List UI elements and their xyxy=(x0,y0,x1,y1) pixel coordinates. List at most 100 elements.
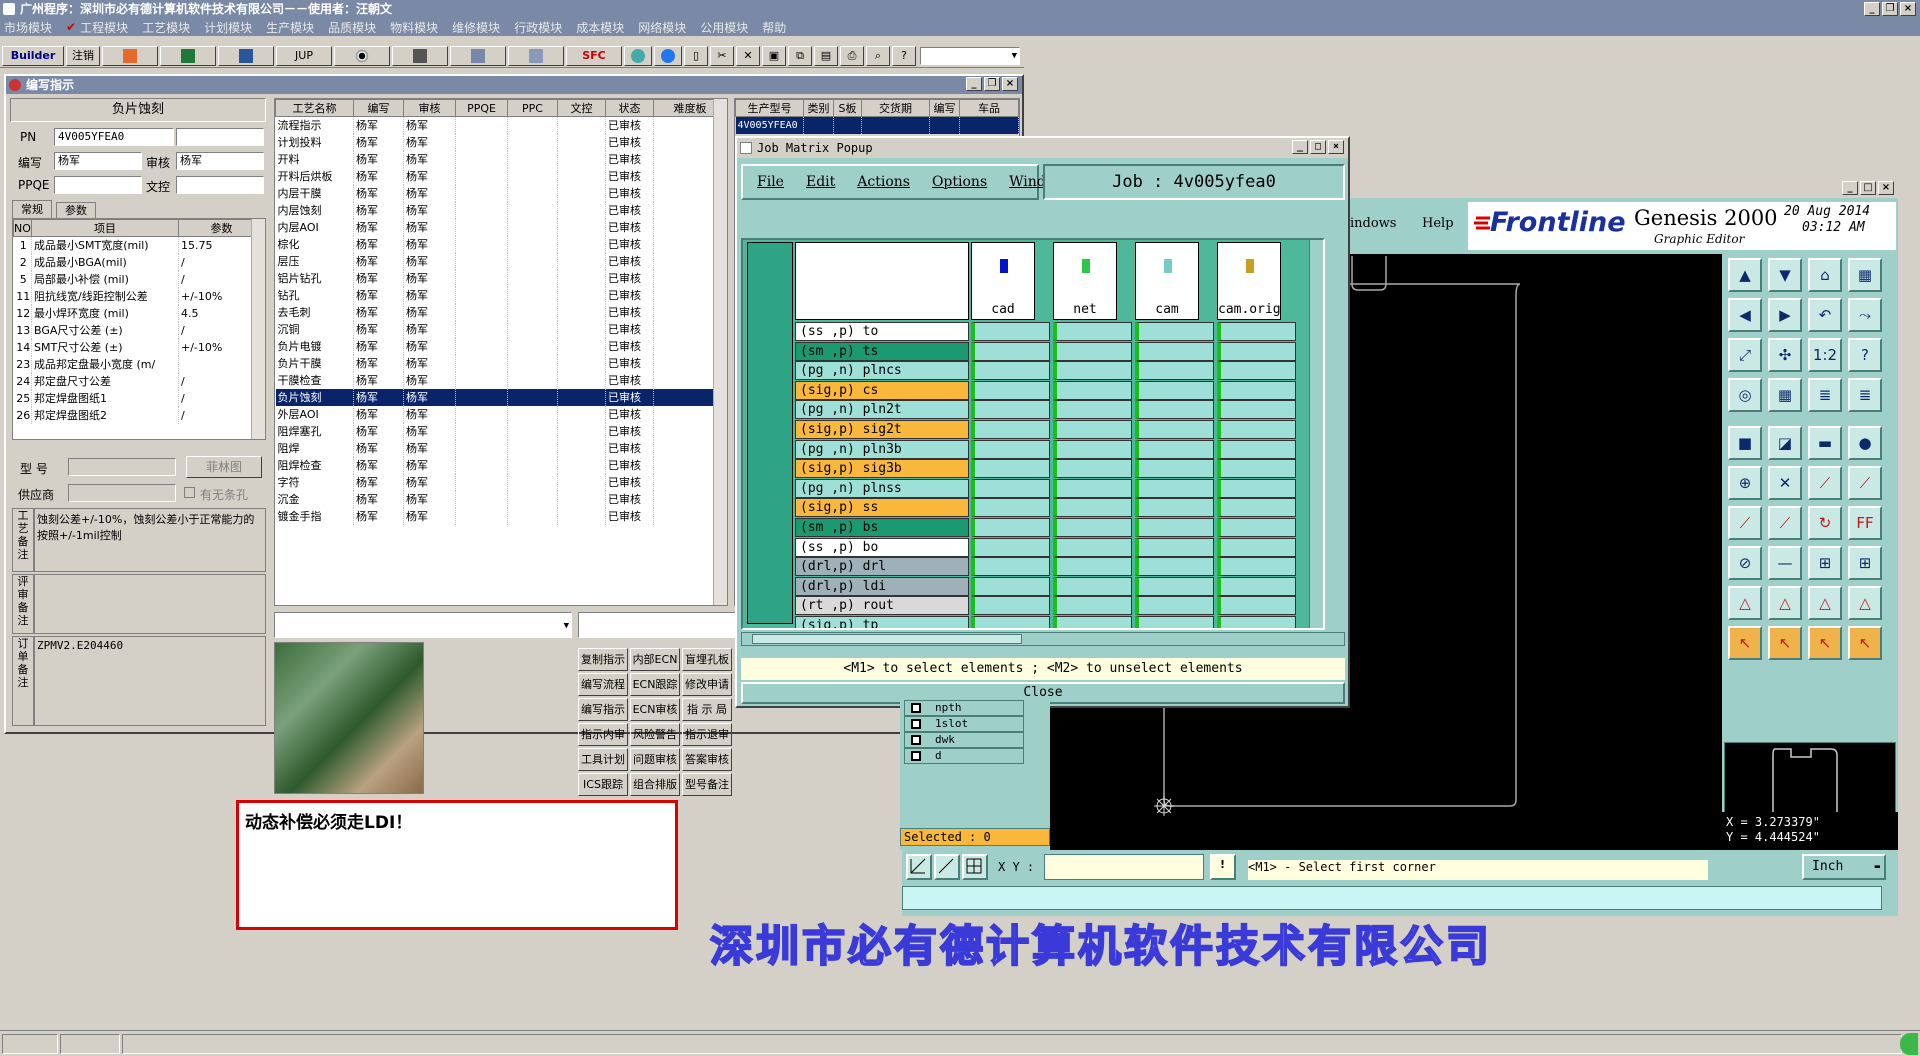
printer-icon[interactable] xyxy=(508,46,564,66)
process-row[interactable]: 铝片钻孔 杨军 杨军 已审核 xyxy=(275,269,727,287)
cross-icon[interactable]: ✕ xyxy=(1768,466,1802,500)
layer-row[interactable]: (sig,p) cs xyxy=(795,380,1315,400)
move-left-icon[interactable]: ◀ xyxy=(1728,298,1762,332)
process-header-doc[interactable]: 文控 xyxy=(557,99,606,117)
globe-icon[interactable] xyxy=(654,46,682,66)
move-right-icon[interactable]: ▶ xyxy=(1768,298,1802,332)
process-header-writer[interactable]: 编写 xyxy=(353,99,404,117)
matrix-cell[interactable] xyxy=(1053,478,1132,498)
matrix-cell[interactable] xyxy=(1135,537,1214,557)
prod-header-car[interactable]: 车品 xyxy=(959,99,1019,117)
process-header-status[interactable]: 状态 xyxy=(605,99,654,117)
matrix-cell[interactable] xyxy=(971,400,1050,420)
connect-icon[interactable]: ⊕ xyxy=(1728,466,1762,500)
layer-row[interactable]: (drl,p) drl xyxy=(795,557,1315,577)
genesis-menu-help[interactable]: Help xyxy=(1422,216,1454,231)
process-row[interactable]: 流程指示 杨军 杨军 已审核 xyxy=(275,116,727,134)
genesis-close-button[interactable]: × xyxy=(1878,181,1894,195)
matrix-cell[interactable] xyxy=(1053,576,1132,596)
save-icon[interactable]: ▣ xyxy=(762,46,786,66)
matrix-cell[interactable] xyxy=(1217,361,1296,381)
writer-field[interactable]: 杨军 xyxy=(54,152,142,170)
matrix-cell[interactable] xyxy=(971,596,1050,616)
jm-maximize-button[interactable]: □ xyxy=(1310,140,1326,154)
review-note-field[interactable] xyxy=(34,574,266,634)
cut-icon[interactable]: ✂ xyxy=(710,46,734,66)
layer-row[interactable]: (pg ,n) plncs xyxy=(795,361,1315,381)
menu-repair[interactable]: 维修模块 xyxy=(452,19,500,36)
new-doc-icon[interactable]: ▯ xyxy=(684,46,708,66)
process-row[interactable]: 负片干膜 杨军 杨军 已审核 xyxy=(275,354,727,372)
matrix-cell[interactable] xyxy=(1053,361,1132,381)
grid-view-icon[interactable]: ▦ xyxy=(1768,378,1802,412)
param-header-item[interactable]: 项目 xyxy=(31,219,179,237)
home-icon[interactable]: ⌂ xyxy=(1808,258,1842,292)
layer-row[interactable]: (sig,p) sig3b xyxy=(795,459,1315,479)
ratio-icon[interactable]: 1:2 xyxy=(1808,338,1842,372)
matrix-cell[interactable] xyxy=(1053,420,1132,439)
layer-checkbox[interactable] xyxy=(911,735,921,745)
production-row[interactable]: 4V005YFEA0 xyxy=(735,116,1019,134)
layer-name[interactable]: (sm ,p) ts xyxy=(795,341,969,361)
matrix-cell[interactable] xyxy=(1135,557,1214,577)
process-header-name[interactable]: 工艺名称 xyxy=(275,99,354,117)
matrix-cell[interactable] xyxy=(1217,537,1296,557)
tape-icon[interactable]: ◎ xyxy=(1728,378,1762,412)
layer-name[interactable]: (drl,p) drl xyxy=(795,557,969,577)
matrix-cell[interactable] xyxy=(971,616,1050,628)
select-arrow-icon[interactable]: ↖ xyxy=(1728,626,1762,660)
side-button[interactable]: 编写指示 xyxy=(578,698,628,721)
side-button[interactable]: 指 示 局 xyxy=(682,698,732,721)
preview-icon[interactable]: ⌕ xyxy=(866,46,890,66)
process-scrollbar[interactable] xyxy=(713,99,727,605)
layer-name[interactable]: (sig,p) tp xyxy=(795,616,969,628)
matrix-cell[interactable] xyxy=(1053,518,1132,537)
layer-name[interactable]: (pg ,n) plnss xyxy=(795,478,969,498)
menu-network[interactable]: 网络模块 xyxy=(638,19,686,36)
side-button[interactable]: 盲埋孔板 xyxy=(682,648,732,671)
layer-name[interactable]: (pg ,n) pln2t xyxy=(795,400,969,420)
side-button[interactable]: 内部ECN xyxy=(630,648,680,671)
layer-name[interactable]: (drl,p) ldi xyxy=(795,576,969,596)
layer-checkbox[interactable] xyxy=(911,751,921,761)
process-header-ppqe[interactable]: PPQE xyxy=(455,99,508,117)
layer-row[interactable]: (sig,p) tp xyxy=(795,616,1315,628)
triangle-b-icon[interactable]: △ xyxy=(1768,586,1802,620)
process-row[interactable]: 棕化 杨军 杨军 已审核 xyxy=(275,235,727,253)
matrix-cell[interactable] xyxy=(971,420,1050,439)
matrix-cell[interactable] xyxy=(1217,380,1296,400)
menu-material[interactable]: 物料模块 xyxy=(390,19,438,36)
snap-icon[interactable]: ● xyxy=(1848,426,1882,460)
undo-icon[interactable]: ↶ xyxy=(1808,298,1842,332)
matrix-cell[interactable] xyxy=(1217,459,1296,479)
layer-list-item[interactable]: d xyxy=(904,748,1024,764)
layer-name[interactable]: (sm ,p) bs xyxy=(795,518,969,537)
layer-checkbox[interactable] xyxy=(911,703,921,713)
delete-icon[interactable]: ✕ xyxy=(736,46,760,66)
restore-button[interactable]: ❐ xyxy=(1882,2,1898,16)
step-column-cam-orig[interactable]: cam.orig xyxy=(1217,242,1281,320)
select-red-icon[interactable]: ↖ xyxy=(1808,626,1842,660)
reviewer-field[interactable]: 杨军 xyxy=(176,152,264,170)
model-field[interactable] xyxy=(68,458,176,476)
word-icon[interactable] xyxy=(218,46,274,66)
jm-menu-options[interactable]: Options xyxy=(932,174,987,190)
production-select[interactable] xyxy=(578,612,738,638)
side-button[interactable]: ICS跟踪 xyxy=(578,773,628,796)
book-icon[interactable] xyxy=(392,46,448,66)
matrix-cell[interactable] xyxy=(1217,576,1296,596)
eye-icon[interactable] xyxy=(334,46,390,66)
layer-row[interactable]: (pg ,n) pln2t xyxy=(795,400,1315,420)
matrix-cell[interactable] xyxy=(1053,400,1132,420)
step-down-icon[interactable]: ▼ xyxy=(1768,258,1802,292)
line-a-icon[interactable]: ⟋ xyxy=(1808,466,1842,500)
matrix-cell[interactable] xyxy=(971,478,1050,498)
prod-header-sboard[interactable]: S板 xyxy=(833,99,862,117)
step-up-icon[interactable]: ▲ xyxy=(1728,258,1762,292)
info-icon[interactable]: ! xyxy=(1210,854,1236,880)
tray-badge-icon[interactable] xyxy=(1900,1033,1918,1055)
drop-icon[interactable]: ⊘ xyxy=(1728,546,1762,580)
select-box-icon[interactable]: ↖ xyxy=(1768,626,1802,660)
matrix-cell[interactable] xyxy=(1217,557,1296,577)
param-row[interactable]: 13 BGA尺寸公差 (±) / xyxy=(13,321,265,339)
